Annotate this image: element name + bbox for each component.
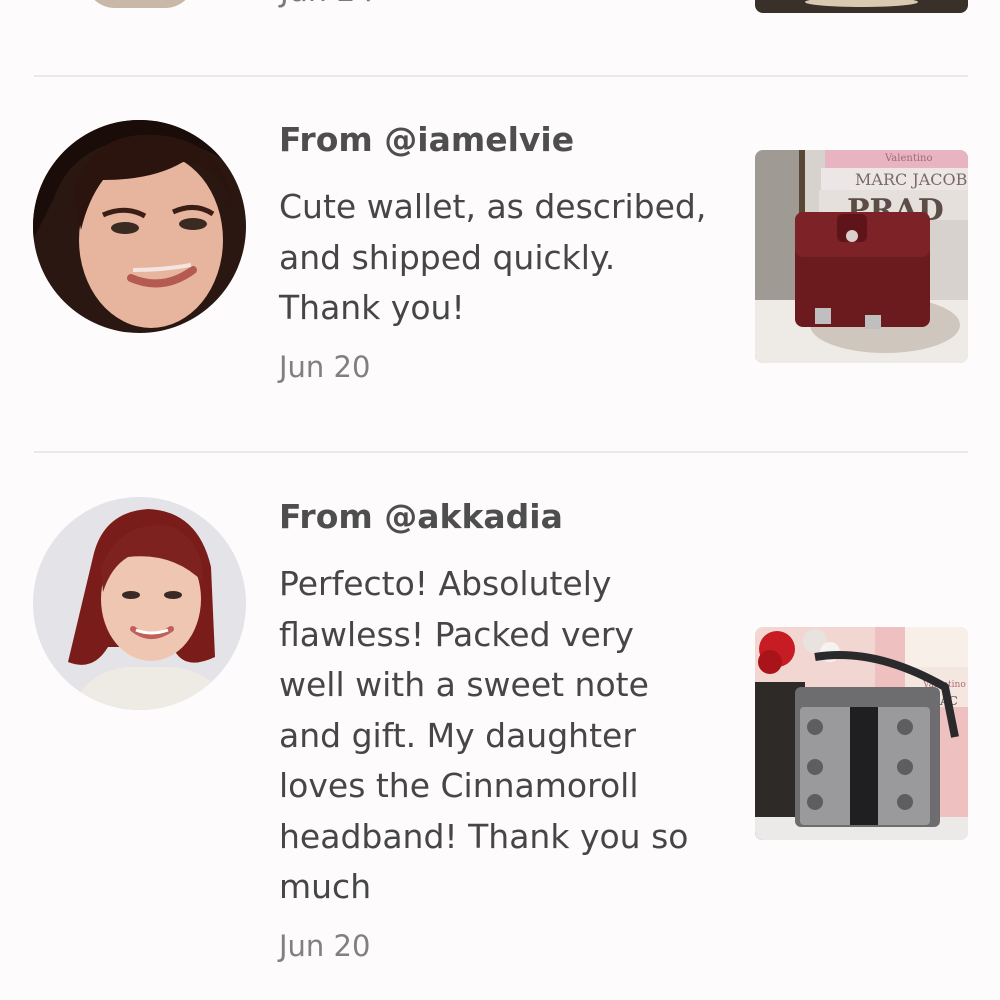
review-text: Cute wallet, as described, and shipped q… (279, 187, 707, 327)
review-content: From @iamelvie Cute wallet, as described… (279, 120, 719, 384)
reviews-list: Jun 24 From @iamelvie Cute wallet, as de… (0, 0, 1000, 1000)
listing-thumbnail[interactable] (755, 0, 968, 13)
review-date: Jun 24 (280, 0, 375, 9)
reviewer-avatar[interactable] (33, 120, 246, 333)
review-date: Jun 20 (279, 928, 371, 963)
book-label: MARC JACOB (855, 170, 967, 189)
reviewer-avatar[interactable] (33, 497, 246, 710)
review-date: Jun 20 (279, 349, 371, 384)
review-text: Perfecto! Absolutely flawless! Packed ve… (279, 564, 689, 906)
reviewer-avatar[interactable] (85, 0, 195, 8)
reviewer-handle[interactable]: From @iamelvie (279, 120, 719, 160)
listing-thumbnail[interactable]: Valentino AC (755, 627, 968, 840)
review-content: From @akkadia Perfecto! Absolutely flawl… (279, 497, 719, 963)
divider (34, 451, 968, 453)
book-label: Valentino (884, 153, 933, 164)
listing-thumbnail[interactable]: Valentino MARC JACOB PRAD (755, 150, 968, 363)
reviewer-handle[interactable]: From @akkadia (279, 497, 719, 537)
divider (34, 75, 968, 77)
